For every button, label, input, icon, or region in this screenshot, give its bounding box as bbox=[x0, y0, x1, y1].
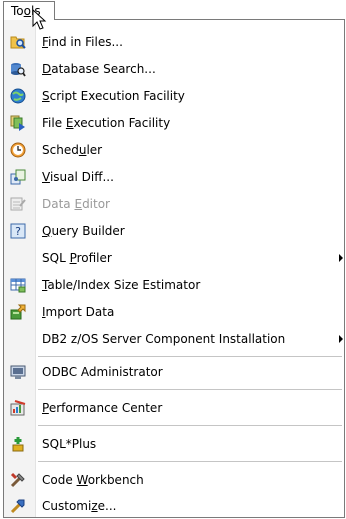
menu-separator bbox=[38, 356, 342, 357]
file-execution-icon bbox=[10, 115, 25, 131]
scheduler-icon bbox=[10, 142, 26, 158]
data-editor-icon bbox=[10, 197, 26, 211]
menu-item-customize[interactable]: Customize... bbox=[4, 493, 344, 519]
menu-item-find-in-files[interactable]: Find in Files... bbox=[4, 29, 344, 55]
menu-item-label: Table/Index Size Estimator bbox=[42, 278, 201, 292]
menu-item-label: Customize... bbox=[42, 499, 117, 513]
find-in-files-icon bbox=[10, 36, 26, 49]
code-workbench-icon bbox=[10, 472, 25, 488]
submenu-arrow-icon bbox=[339, 335, 343, 343]
menu-item-label: Data Editor bbox=[42, 197, 110, 211]
menu-item-script-execution-facility[interactable]: Script Execution Facility bbox=[4, 83, 344, 109]
menu-item-label: Code Workbench bbox=[42, 473, 144, 487]
menu-item-database-search[interactable]: Database Search... bbox=[4, 56, 344, 82]
menu-item-label: Database Search... bbox=[42, 62, 156, 76]
svg-text:?: ? bbox=[15, 225, 21, 238]
menu-separator bbox=[38, 389, 342, 390]
menu-item-label: Visual Diff... bbox=[42, 170, 114, 184]
menu-item-file-execution-facility[interactable]: File Execution Facility bbox=[4, 110, 344, 136]
menu-item-label: Find in Files... bbox=[42, 35, 123, 49]
performance-center-icon bbox=[10, 400, 26, 416]
menu-item-label: Scheduler bbox=[42, 143, 103, 157]
menu-item-label: DB2 z/OS Server Component Installation bbox=[42, 332, 286, 346]
sqlplus-icon bbox=[12, 437, 24, 452]
menu-item-label: Script Execution Facility bbox=[42, 89, 185, 103]
menu-item-odbc-administrator[interactable]: ODBC Administrator bbox=[4, 359, 344, 385]
visual-diff-icon bbox=[10, 169, 26, 185]
mouse-cursor-icon bbox=[32, 9, 47, 30]
menu-separator bbox=[38, 425, 342, 426]
menu-item-performance-center[interactable]: Performance Center bbox=[4, 395, 344, 421]
menu-item-query-builder[interactable]: ? Query Builder bbox=[4, 218, 344, 244]
menu-item-label: File Execution Facility bbox=[42, 116, 171, 130]
database-search-icon bbox=[11, 63, 26, 77]
menu-item-visual-diff[interactable]: Visual Diff... bbox=[4, 164, 344, 190]
menu-item-db2-zos-server-component-installation[interactable]: DB2 z/OS Server Component Installation bbox=[4, 326, 344, 352]
import-data-icon bbox=[10, 304, 26, 320]
menu-item-table-index-size-estimator[interactable]: Table/Index Size Estimator bbox=[4, 272, 344, 298]
odbc-administrator-icon bbox=[10, 365, 26, 379]
menu-item-data-editor: Data Editor bbox=[4, 191, 344, 217]
menu-item-import-data[interactable]: Import Data bbox=[4, 299, 344, 325]
script-execution-icon bbox=[10, 88, 26, 104]
tools-dropdown-menu: Find in Files... Database Search... Scri… bbox=[3, 19, 345, 518]
menu-item-label: Query Builder bbox=[42, 224, 125, 238]
menu-bar: Tools bbox=[0, 0, 346, 20]
menu-item-label: ODBC Administrator bbox=[42, 365, 163, 379]
menu-separator bbox=[38, 461, 342, 462]
menu-item-code-workbench[interactable]: Code Workbench bbox=[4, 467, 344, 493]
menu-item-label: Performance Center bbox=[42, 401, 163, 415]
table-index-estimator-icon bbox=[10, 278, 26, 293]
menu-item-label: Import Data bbox=[42, 305, 115, 319]
query-builder-icon: ? bbox=[10, 223, 26, 239]
submenu-arrow-icon bbox=[339, 254, 343, 262]
menu-item-sqlplus[interactable]: SQL*Plus bbox=[4, 431, 344, 457]
menu-item-scheduler[interactable]: Scheduler bbox=[4, 137, 344, 163]
menu-item-label: SQL Profiler bbox=[42, 251, 112, 265]
menu-item-label: SQL*Plus bbox=[42, 437, 97, 451]
customize-icon bbox=[10, 499, 25, 514]
menu-item-sql-profiler[interactable]: SQL Profiler bbox=[4, 245, 344, 271]
